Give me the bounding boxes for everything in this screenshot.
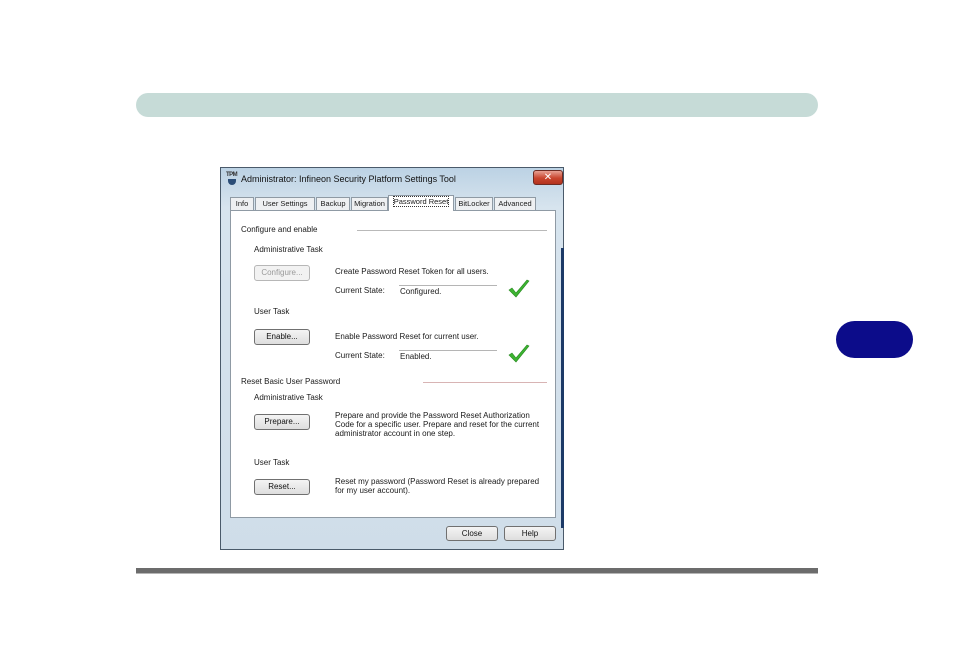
section-divider <box>423 382 547 383</box>
user-task-label: User Task <box>254 458 290 467</box>
tab-label: Backup <box>320 199 346 208</box>
configure-section-heading: Configure and enable <box>241 225 318 234</box>
password-reset-panel: Configure and enable Administrative Task… <box>230 210 556 518</box>
tab-backup[interactable]: Backup <box>316 197 350 210</box>
tab-info[interactable]: Info <box>230 197 254 210</box>
configure-state-value: Configured. <box>399 285 497 297</box>
settings-tool-window: TPM Administrator: Infineon Security Pla… <box>220 167 564 550</box>
reset-description: Reset my password (Password Reset is alr… <box>335 477 540 495</box>
current-state-label: Current State: <box>335 286 385 295</box>
green-check-icon <box>508 344 530 363</box>
window-close-button[interactable]: ✕ <box>533 170 563 185</box>
prepare-button[interactable]: Prepare... <box>254 414 310 430</box>
reset-button[interactable]: Reset... <box>254 479 310 495</box>
page-header-bar <box>136 93 818 117</box>
tpm-app-icon: TPM <box>226 172 238 185</box>
admin-task-label: Administrative Task <box>254 393 323 402</box>
section-divider <box>357 230 547 231</box>
help-button[interactable]: Help <box>504 526 556 541</box>
tab-label: BitLocker <box>458 199 490 208</box>
configure-button[interactable]: Configure... <box>254 265 310 281</box>
tab-label: Migration <box>354 199 385 208</box>
window-titlebar[interactable]: TPM Administrator: Infineon Security Pla… <box>221 168 563 192</box>
tab-label: Advanced <box>498 199 532 208</box>
configure-description: Create Password Reset Token for all user… <box>335 267 489 276</box>
tab-password-reset[interactable]: Password Reset <box>388 195 454 211</box>
tab-label: User Settings <box>262 199 308 208</box>
tab-label: Info <box>235 199 249 208</box>
current-state-label: Current State: <box>335 351 385 360</box>
tab-bitlocker[interactable]: BitLocker <box>455 197 493 210</box>
reset-section-heading: Reset Basic User Password <box>241 377 341 386</box>
green-check-icon <box>508 279 530 298</box>
enable-button[interactable]: Enable... <box>254 329 310 345</box>
tab-user-settings[interactable]: User Settings <box>255 197 315 210</box>
enable-description: Enable Password Reset for current user. <box>335 332 479 341</box>
tab-migration[interactable]: Migration <box>351 197 388 210</box>
footer-rule <box>136 568 818 574</box>
tab-advanced[interactable]: Advanced <box>494 197 536 210</box>
enable-state-value: Enabled. <box>399 350 497 362</box>
prepare-description: Prepare and provide the Password Reset A… <box>335 411 540 438</box>
admin-task-label: Administrative Task <box>254 245 323 254</box>
window-frame-edge <box>561 248 564 528</box>
window-title: Administrator: Infineon Security Platfor… <box>241 174 456 184</box>
tab-label: Password Reset <box>392 196 450 207</box>
dialog-button-bar: Close Help <box>221 520 563 550</box>
chapter-badge <box>836 321 913 358</box>
close-button[interactable]: Close <box>446 526 498 541</box>
user-task-label: User Task <box>254 307 290 316</box>
